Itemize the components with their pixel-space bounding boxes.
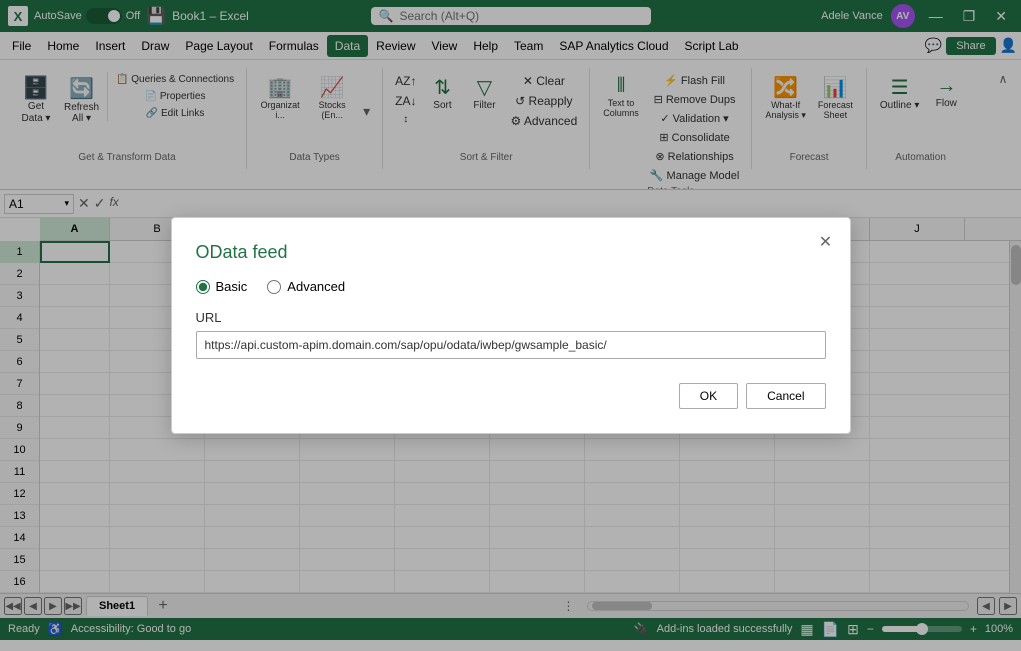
url-field-group: URL (196, 310, 826, 359)
radio-group: Basic Advanced (196, 279, 826, 294)
radio-basic-label[interactable]: Basic (196, 279, 248, 294)
radio-advanced-label[interactable]: Advanced (267, 279, 345, 294)
modal-title: OData feed (196, 242, 826, 263)
modal-close-button[interactable]: ✕ (814, 230, 838, 254)
cancel-button[interactable]: Cancel (746, 383, 825, 409)
modal-footer: OK Cancel (196, 383, 826, 409)
url-input[interactable] (196, 331, 826, 359)
url-label: URL (196, 310, 826, 325)
ok-button[interactable]: OK (679, 383, 738, 409)
radio-basic[interactable] (196, 280, 210, 294)
odata-feed-modal: OData feed ✕ Basic Advanced URL OK Cance… (171, 217, 851, 434)
radio-advanced[interactable] (267, 280, 281, 294)
modal-overlay: OData feed ✕ Basic Advanced URL OK Cance… (0, 0, 1021, 651)
